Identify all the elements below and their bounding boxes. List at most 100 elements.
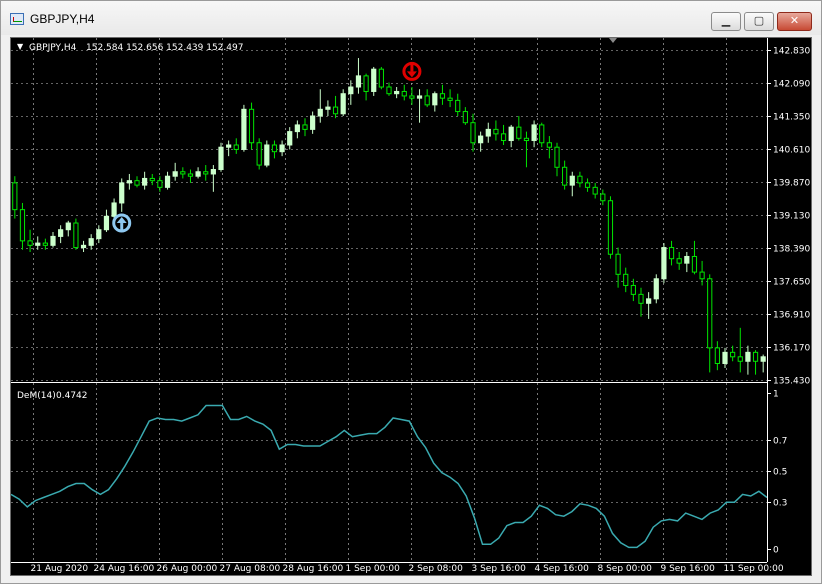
- candle-body: [623, 273, 629, 286]
- chart-grid: [11, 38, 767, 562]
- candle-body: [279, 144, 285, 153]
- candle-body: [310, 115, 316, 130]
- candle-body: [409, 95, 415, 99]
- candle-body: [73, 222, 79, 249]
- candle-body: [58, 229, 64, 237]
- candle-body: [134, 180, 140, 186]
- candle-body: [493, 128, 499, 135]
- time-axis-label: 24 Aug 16:00: [94, 564, 155, 574]
- header-collapse-icon[interactable]: ▼: [17, 42, 24, 51]
- sell-arrow-icon: [402, 61, 422, 81]
- candle-body: [340, 93, 346, 115]
- candle-body: [248, 108, 255, 144]
- price-axis-label: 139.870: [773, 179, 810, 189]
- candle-body: [264, 144, 270, 166]
- candle-body: [256, 142, 262, 166]
- candle-body: [103, 215, 110, 231]
- time-axis-label: 28 Aug 16:00: [283, 564, 344, 574]
- candle-body: [294, 124, 300, 133]
- candle-body: [386, 86, 392, 95]
- candle-body: [707, 278, 713, 349]
- candle-body: [661, 247, 667, 280]
- candle-body: [516, 126, 522, 139]
- candle-body: [80, 244, 87, 249]
- price-axis-label: 142.830: [773, 47, 810, 57]
- price-axis-label: 142.090: [773, 80, 810, 90]
- chart-window-icon: [10, 13, 24, 25]
- price-axis-label: 141.350: [773, 113, 810, 123]
- time-axis-label: 21 Aug 2020: [31, 564, 89, 574]
- time-axis-label: 8 Sep 00:00: [598, 564, 653, 574]
- dem-line: [11, 404, 768, 549]
- chart-shift-marker[interactable]: [609, 38, 617, 43]
- candle-body: [752, 351, 759, 362]
- candle-body: [523, 137, 530, 142]
- candle-body: [668, 247, 675, 260]
- minimize-button[interactable]: ▁: [711, 12, 741, 31]
- candle-body: [691, 255, 698, 273]
- candle-body: [88, 238, 94, 246]
- candle-body: [325, 106, 331, 110]
- candle-body: [730, 351, 736, 358]
- candle-body: [554, 146, 560, 168]
- candle-body: [416, 95, 423, 99]
- candle-body: [439, 93, 446, 99]
- candle-body: [546, 142, 552, 148]
- candle-body: [699, 271, 705, 280]
- candle-body: [485, 128, 491, 137]
- time-axis-label: 2 Sep 08:00: [409, 564, 464, 574]
- candle-body: [96, 229, 102, 240]
- signal-arrow-shaft: [410, 63, 414, 72]
- candle-body: [577, 175, 583, 184]
- candle-body: [65, 222, 71, 231]
- time-axis-label: 3 Sep 16:00: [472, 564, 527, 574]
- maximize-button[interactable]: ▢: [744, 12, 774, 31]
- candle-body: [19, 209, 26, 242]
- candle-body: [424, 95, 430, 106]
- candle-body: [531, 124, 537, 142]
- price-axis-label: 136.170: [773, 344, 810, 354]
- candle-body: [432, 93, 438, 106]
- candle-body: [447, 97, 453, 101]
- candle-body: [149, 177, 155, 182]
- candle-body: [500, 133, 507, 142]
- time-axis-label: 9 Sep 16:00: [661, 564, 716, 574]
- candle-body: [348, 86, 354, 95]
- candle-body: [126, 180, 132, 184]
- time-axis-label: 26 Aug 00:00: [157, 564, 218, 574]
- candle-body: [180, 171, 186, 175]
- candle-body: [12, 182, 18, 211]
- dem-layer: [11, 404, 768, 549]
- candle-body: [187, 173, 194, 177]
- candle-body: [676, 258, 682, 264]
- candle-body: [111, 202, 117, 217]
- candle-body: [271, 144, 278, 153]
- price-axis-label: 138.390: [773, 245, 810, 255]
- candle-body: [562, 166, 568, 186]
- candle-body: [378, 68, 384, 88]
- candle-body: [210, 169, 216, 175]
- indicator-header-value: 0.4742: [56, 391, 88, 401]
- candle-body: [241, 108, 247, 150]
- candle-body: [42, 242, 48, 246]
- candle-body: [401, 90, 407, 97]
- main-header-symbol: GBPJPY,H4: [29, 43, 77, 53]
- candle-body: [203, 171, 209, 175]
- title-bar[interactable]: GBPJPY,H4 ▁ ▢ ✕: [1, 1, 821, 35]
- candle-body: [27, 240, 33, 246]
- time-axis-label: 4 Sep 16:00: [535, 564, 590, 574]
- window-title: GBPJPY,H4: [30, 12, 95, 26]
- signal-arrow-head: [406, 71, 417, 78]
- close-button[interactable]: ✕: [777, 12, 812, 31]
- chart-area[interactable]: 21 Aug 2020 24 Aug 16:00 26 Aug 00:00 27 Au…: [10, 37, 812, 576]
- candle-body: [745, 351, 751, 362]
- terminal-window: GBPJPY,H4 ▁ ▢ ✕ 21 Aug 2020 24 Aug 16:00 2…: [0, 0, 822, 584]
- candle-body: [371, 68, 377, 92]
- candle-body: [462, 111, 468, 124]
- candle-body: [478, 135, 484, 144]
- candle-body: [714, 347, 720, 365]
- time-axis-label: 11 Sep 00:00: [724, 564, 784, 574]
- candle-body: [157, 180, 163, 188]
- price-chart-svg[interactable]: 21 Aug 2020 24 Aug 16:00 26 Aug 00:00 27 Au…: [11, 38, 811, 575]
- candle-body: [172, 171, 178, 177]
